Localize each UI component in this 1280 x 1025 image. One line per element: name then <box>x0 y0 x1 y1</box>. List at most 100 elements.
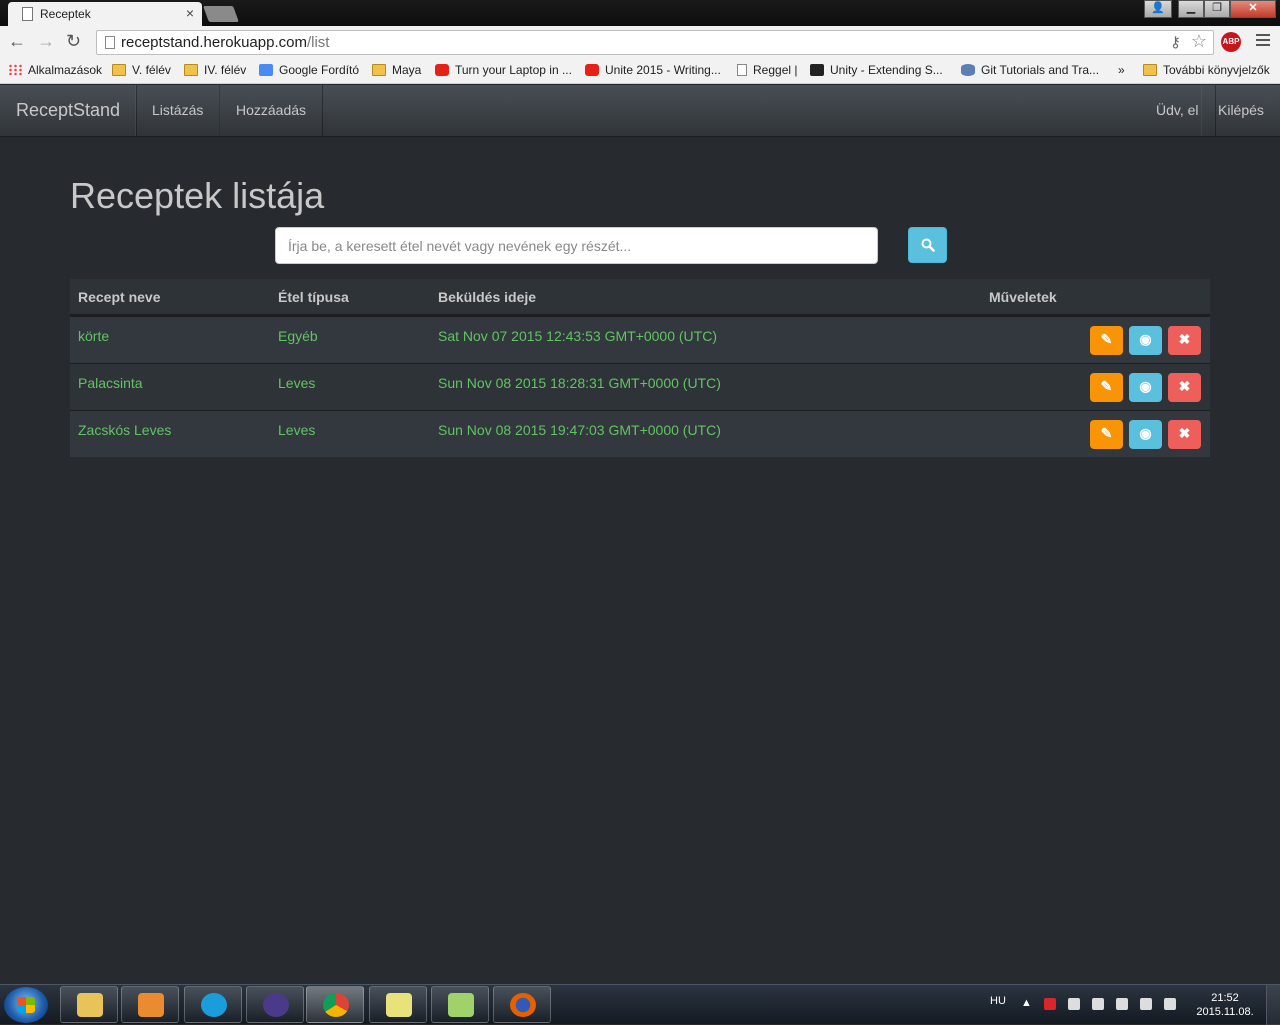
browser-titlebar: Receptek × 👤 ▁ ❐ ✕ <box>0 0 1280 26</box>
view-button[interactable]: ◉ <box>1129 420 1162 449</box>
youtube-icon <box>435 64 449 76</box>
row-actions: ✎ ◉ ✖ <box>1090 373 1201 402</box>
back-arrow-icon[interactable]: ← <box>8 31 26 52</box>
bookmark-folder-iv-felev[interactable]: IV. félév <box>184 63 246 77</box>
taskbar-chrome[interactable] <box>306 986 364 1023</box>
sticky-notes-icon <box>386 993 412 1017</box>
device-icon[interactable] <box>1116 998 1128 1010</box>
eye-icon: ◉ <box>1139 425 1152 441</box>
bookmark-folder-maya[interactable]: Maya <box>372 63 421 77</box>
database-icon <box>961 64 975 76</box>
telenor-icon <box>201 993 227 1017</box>
bookmarks-overflow-chevron[interactable]: » <box>1118 63 1125 77</box>
taskbar-eclipse[interactable] <box>246 986 304 1023</box>
bookmark-unite-2015[interactable]: Unite 2015 - Writing... <box>585 63 721 77</box>
windows-icon[interactable] <box>1068 998 1080 1010</box>
adblock-plus-icon[interactable]: ABP <box>1221 32 1241 52</box>
bookmark-google-translate[interactable]: Google Fordító <box>259 63 359 77</box>
minimize-button[interactable]: ▁ <box>1178 0 1204 18</box>
view-button[interactable]: ◉ <box>1129 373 1162 402</box>
start-button[interactable] <box>4 987 48 1023</box>
page-icon <box>105 36 115 49</box>
app-navbar: ReceptStand Listázás Hozzáadás Üdv, el K… <box>0 85 1280 137</box>
row-actions: ✎ ◉ ✖ <box>1090 326 1201 355</box>
reload-icon[interactable]: ↻ <box>66 31 81 52</box>
remove-icon: ✖ <box>1178 425 1191 441</box>
delete-button[interactable]: ✖ <box>1168 420 1201 449</box>
clock-time: 21:52 <box>1211 992 1239 1004</box>
pencil-icon: ✎ <box>1100 425 1113 441</box>
search-input[interactable] <box>275 227 878 264</box>
nav-list-link[interactable]: Listázás <box>135 85 221 136</box>
close-window-button[interactable]: ✕ <box>1230 0 1276 18</box>
forward-arrow-icon[interactable]: → <box>37 31 55 52</box>
nav-logout-link[interactable]: Kilépés <box>1201 85 1280 136</box>
folder-icon <box>372 64 386 76</box>
browser-toolbar: ← → ↻ receptstand.herokuapp.com/list ⚷ ☆ <box>0 26 1280 59</box>
bookmark-other-bookmarks[interactable]: További könyvjelzők <box>1143 63 1270 77</box>
key-icon[interactable]: ⚷ <box>1170 33 1181 51</box>
unity-icon <box>810 64 824 76</box>
delete-button[interactable]: ✖ <box>1168 326 1201 355</box>
bookmark-turn-your-laptop[interactable]: Turn your Laptop in ... <box>435 63 572 77</box>
table-row: körte Egyéb Sat Nov 07 2015 12:43:53 GMT… <box>70 316 1210 363</box>
brand-link[interactable]: ReceptStand <box>0 85 138 136</box>
maximize-button[interactable]: ❐ <box>1204 0 1230 18</box>
eye-icon: ◉ <box>1139 378 1152 394</box>
bookmark-unity-extending[interactable]: Unity - Extending S... <box>810 63 943 77</box>
view-button[interactable]: ◉ <box>1129 326 1162 355</box>
recipe-submitted: Sat Nov 07 2015 12:43:53 GMT+0000 (UTC) <box>438 328 717 344</box>
clock-date: 2015.11.08. <box>1196 1006 1254 1018</box>
tray-expand-icon[interactable]: ▲ <box>1021 997 1032 1009</box>
column-header-submitted: Beküldés ideje <box>438 289 537 305</box>
search-button[interactable] <box>908 227 947 263</box>
action-center-flag-icon[interactable] <box>1092 998 1104 1010</box>
edit-button[interactable]: ✎ <box>1090 326 1123 355</box>
tab-title: Receptek <box>40 7 91 21</box>
table-row: Zacskós Leves Leves Sun Nov 08 2015 19:4… <box>70 410 1210 457</box>
bookmark-apps[interactable]: Alkalmazások <box>8 63 102 77</box>
recipe-submitted: Sun Nov 08 2015 19:47:03 GMT+0000 (UTC) <box>438 422 721 438</box>
pencil-icon: ✎ <box>1100 331 1113 347</box>
tab-close-icon[interactable]: × <box>186 5 194 21</box>
column-header-actions: Műveletek <box>989 289 1057 305</box>
bookmarks-bar: Alkalmazások V. félév IV. félév Google F… <box>0 59 1280 84</box>
recipe-name: körte <box>78 328 110 344</box>
recipe-type: Egyéb <box>278 328 318 344</box>
bookmark-star-icon[interactable]: ☆ <box>1191 31 1207 52</box>
eye-icon: ◉ <box>1139 331 1152 347</box>
folder-icon <box>184 64 198 76</box>
taskbar-firefox[interactable] <box>493 986 551 1023</box>
address-bar[interactable]: receptstand.herokuapp.com/list ⚷ ☆ <box>96 30 1214 55</box>
edit-button[interactable]: ✎ <box>1090 373 1123 402</box>
taskbar-explorer[interactable] <box>60 986 118 1023</box>
nav-add-link[interactable]: Hozzáadás <box>219 85 324 136</box>
taskbar-notepad-plus-plus[interactable] <box>431 986 489 1023</box>
bookmark-git-tutorials[interactable]: Git Tutorials and Tra... <box>961 63 1099 77</box>
edit-button[interactable]: ✎ <box>1090 420 1123 449</box>
document-icon <box>22 7 33 21</box>
chrome-menu-icon[interactable] <box>1256 34 1270 48</box>
browser-tab[interactable]: Receptek × <box>8 2 202 26</box>
show-desktop-button[interactable] <box>1266 985 1280 1025</box>
network-icon[interactable] <box>1140 998 1152 1010</box>
language-indicator[interactable]: HU <box>990 995 1006 1007</box>
taskbar-media-player[interactable] <box>121 986 179 1023</box>
delete-button[interactable]: ✖ <box>1168 373 1201 402</box>
bookmark-folder-v-felev[interactable]: V. félév <box>112 63 171 77</box>
taskbar-sticky-notes[interactable] <box>369 986 427 1023</box>
clock[interactable]: 21:52 2015.11.08. <box>1190 991 1260 1019</box>
volume-icon[interactable] <box>1164 998 1176 1010</box>
taskbar-telenor[interactable] <box>184 986 242 1023</box>
youtube-icon <box>585 64 599 76</box>
search-icon <box>921 238 935 252</box>
apps-icon <box>8 64 22 76</box>
bookmark-reggel[interactable]: Reggel | <box>737 63 797 77</box>
window-controls: 👤 ▁ ❐ ✕ <box>1144 0 1276 18</box>
column-header-type: Étel típusa <box>278 289 349 305</box>
user-icon[interactable]: 👤 <box>1144 0 1172 18</box>
recipe-type: Leves <box>278 422 316 438</box>
new-tab-button[interactable] <box>203 6 239 22</box>
page-title: Receptek listája <box>70 175 325 216</box>
antivirus-icon[interactable] <box>1044 998 1056 1010</box>
